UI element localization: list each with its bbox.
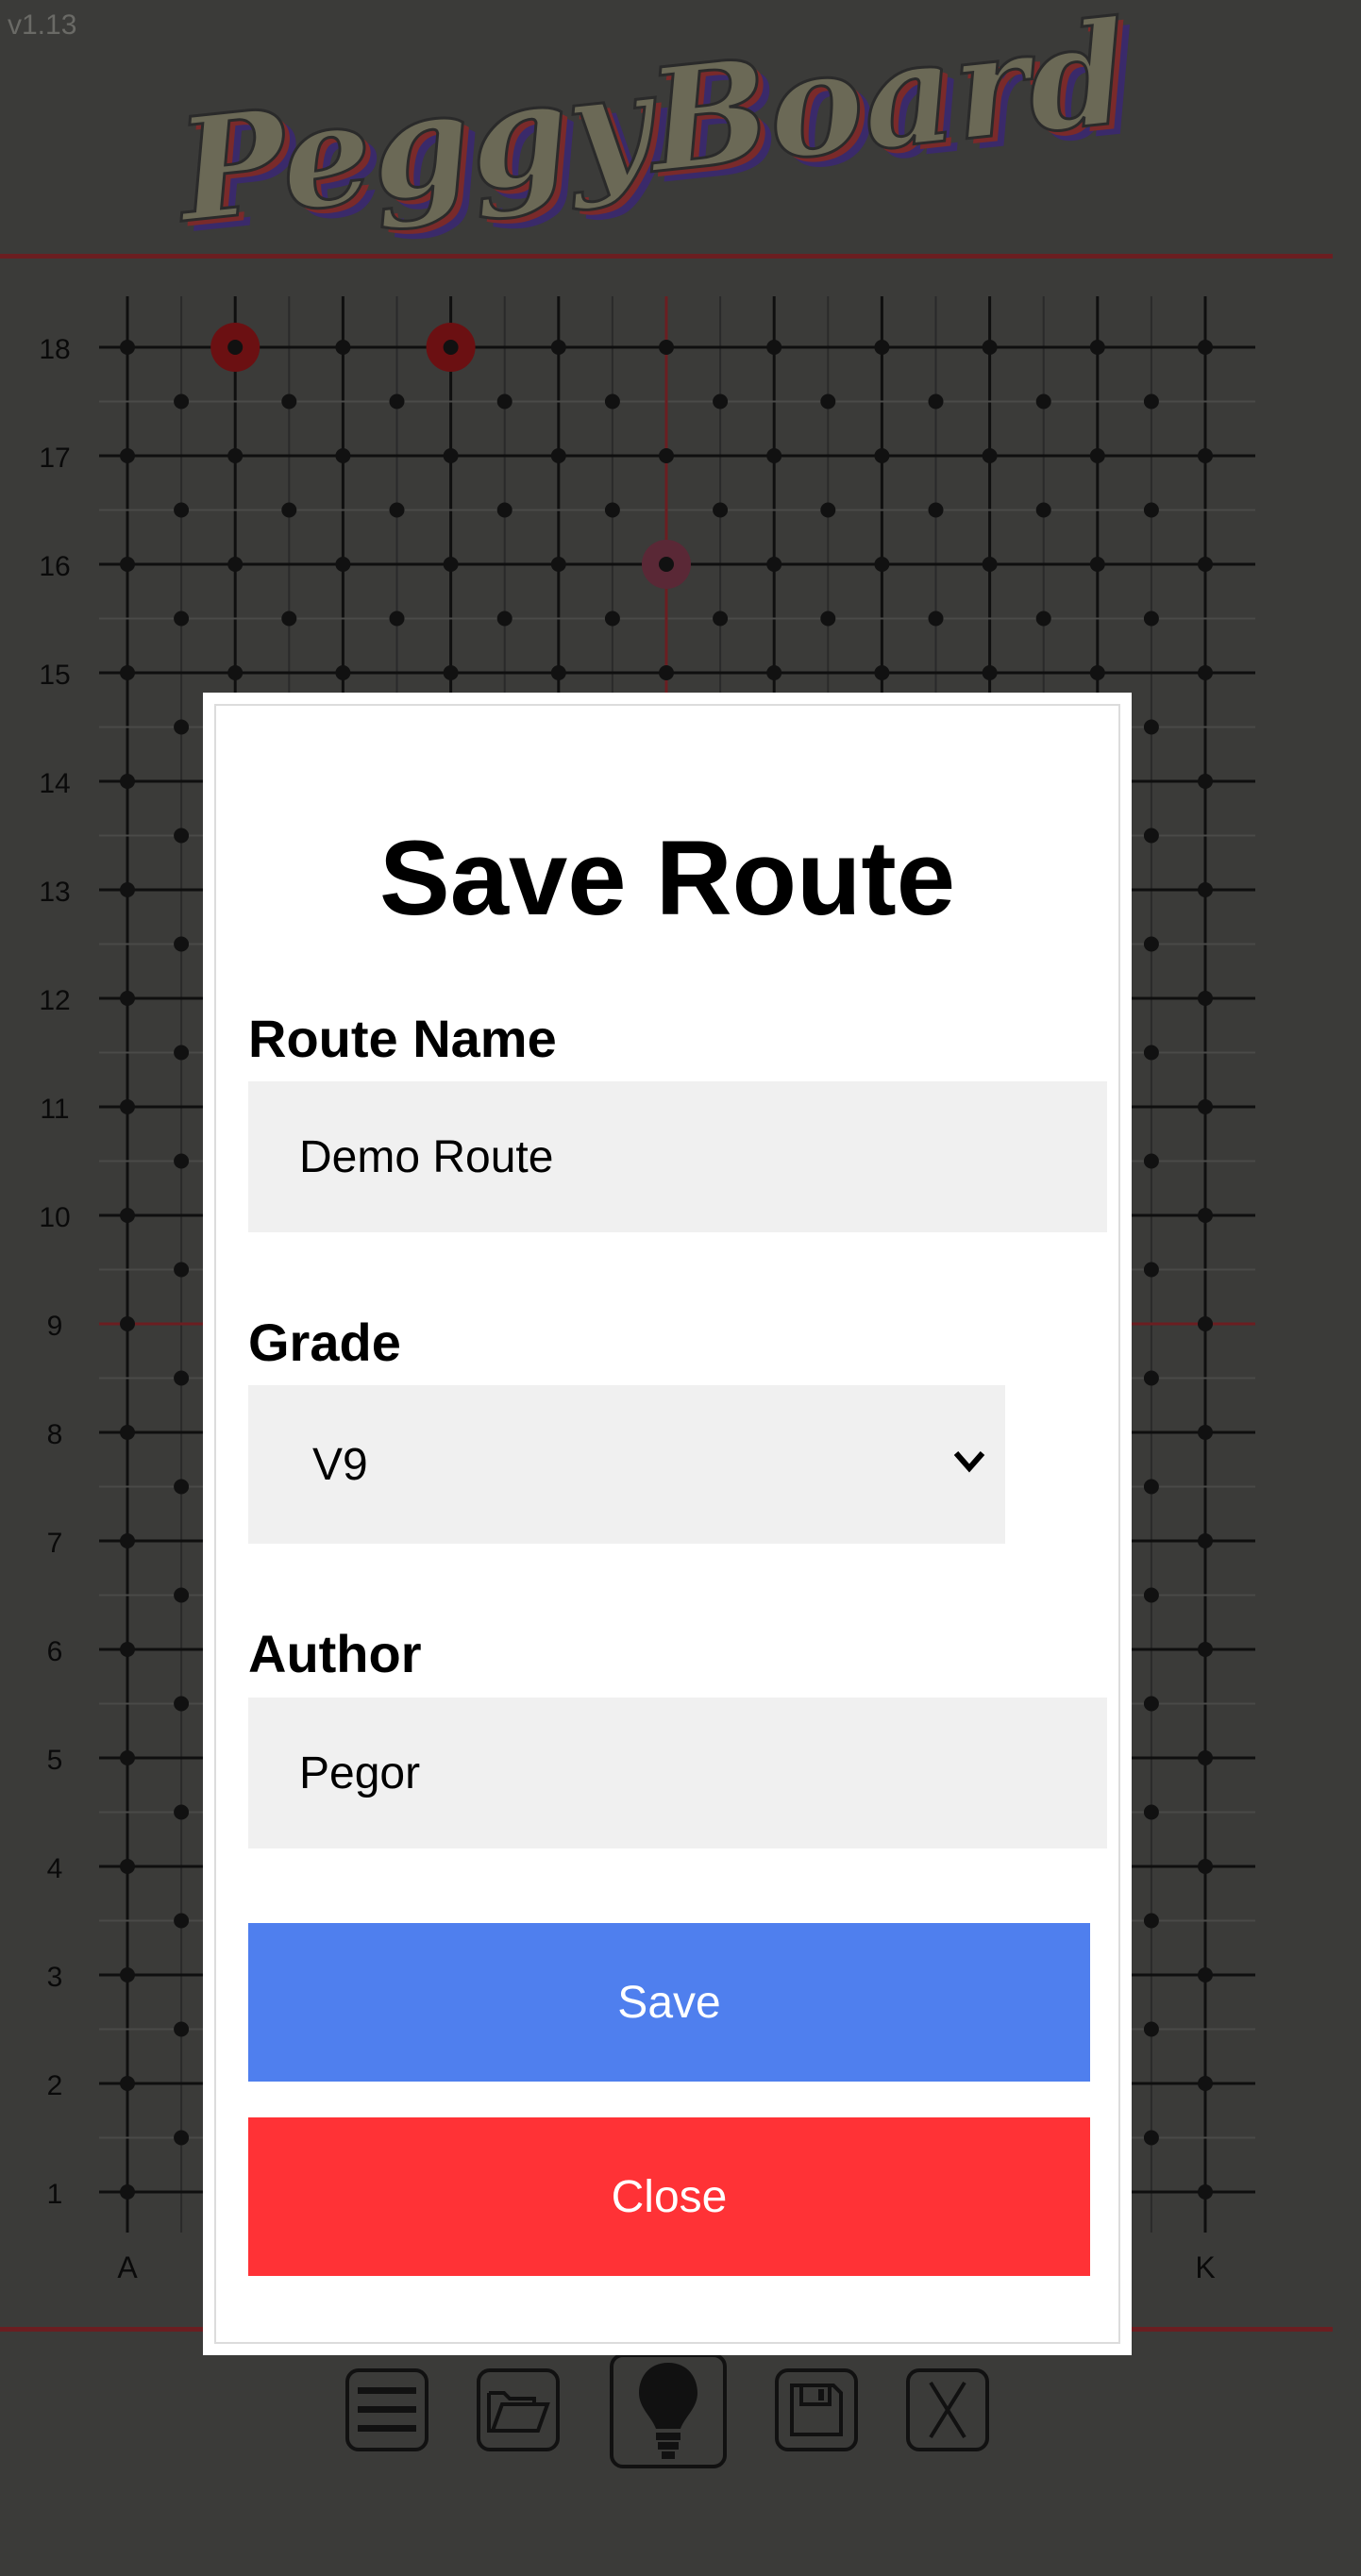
grade-select[interactable]: V9 [248, 1385, 1005, 1544]
folder-open-icon [487, 2391, 550, 2433]
menu-button[interactable] [345, 2368, 428, 2451]
row-label: 9 [47, 1311, 63, 1342]
lights-toggle-button[interactable] [610, 2353, 727, 2468]
row-label: 3 [47, 1962, 63, 1993]
app-logo: PeggyBoard PeggyBoard PeggyBoard [0, 0, 1333, 255]
close-x-icon [929, 2381, 966, 2439]
row-label: 18 [39, 334, 70, 365]
chevron-down-icon [953, 1451, 985, 1473]
row-label: 6 [47, 1636, 63, 1667]
route-name-input[interactable]: Demo Route [248, 1081, 1107, 1232]
grade-selected-value: V9 [312, 1439, 368, 1490]
row-label: 13 [39, 877, 70, 908]
author-label: Author [248, 1624, 422, 1683]
save-button[interactable]: Save [248, 1923, 1090, 2082]
row-label: 17 [39, 443, 70, 474]
row-label: 14 [39, 768, 70, 799]
row-label: 4 [47, 1853, 63, 1884]
row-label: 2 [47, 2070, 63, 2101]
row-label: 10 [39, 1202, 70, 1233]
save-route-button[interactable] [775, 2368, 858, 2451]
menu-icon [358, 2387, 416, 2432]
header-divider [0, 254, 1333, 259]
column-label: K [1195, 2250, 1215, 2284]
row-label: 5 [47, 1745, 63, 1776]
lightbulb-icon [639, 2363, 697, 2459]
row-label: 16 [39, 551, 70, 582]
row-label: 11 [40, 1094, 69, 1125]
row-label: 1 [47, 2179, 63, 2210]
save-route-dialog: Save Route Route Name Demo Route Grade V… [203, 693, 1132, 2355]
row-label: 7 [47, 1528, 63, 1559]
row-label: 8 [47, 1419, 63, 1450]
grade-label: Grade [248, 1313, 401, 1372]
save-disk-icon [790, 2384, 843, 2436]
bottom-toolbar [0, 2340, 1333, 2491]
route-name-label: Route Name [248, 1009, 557, 1068]
author-input[interactable]: Pegor [248, 1698, 1107, 1848]
row-label: 12 [39, 985, 70, 1016]
row-label: 15 [39, 660, 70, 691]
dialog-title: Save Route [379, 819, 955, 937]
clear-route-button[interactable] [906, 2368, 989, 2451]
column-label: A [117, 2250, 138, 2284]
open-route-button[interactable] [477, 2368, 560, 2451]
close-button[interactable]: Close [248, 2117, 1090, 2276]
